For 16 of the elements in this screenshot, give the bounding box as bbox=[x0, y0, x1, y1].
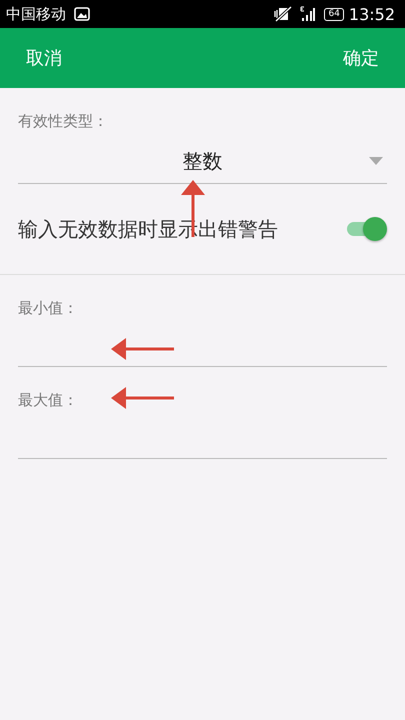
arrow-drawing bbox=[110, 386, 176, 410]
clock-time: 13:52 bbox=[348, 4, 395, 24]
carrier-name: 中国移动 bbox=[6, 4, 66, 24]
vibrate-off-icon bbox=[274, 6, 292, 22]
validity-type-dropdown[interactable]: 整数 bbox=[18, 139, 387, 184]
confirm-button[interactable]: 确定 bbox=[325, 38, 397, 78]
battery-level: 64 bbox=[324, 8, 344, 20]
image-icon bbox=[74, 7, 90, 21]
dropdown-caret-icon bbox=[369, 157, 383, 165]
field-label: 有效性类型： bbox=[18, 112, 108, 131]
field-label: 最小值： bbox=[18, 299, 78, 318]
field-label: 最大值： bbox=[18, 391, 78, 410]
signal-icon bbox=[300, 6, 316, 22]
cancel-button[interactable]: 取消 bbox=[8, 38, 80, 78]
toggle-switch[interactable] bbox=[345, 217, 387, 241]
arrow-drawing bbox=[110, 337, 176, 361]
